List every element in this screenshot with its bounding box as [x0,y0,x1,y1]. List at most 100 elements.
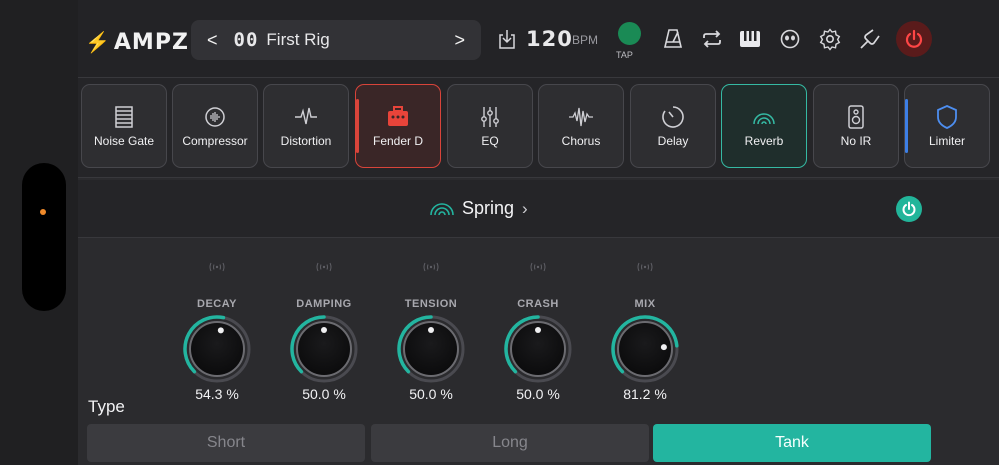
chorus-icon [569,107,593,127]
bolt-icon: ⚡ [85,31,110,54]
type-option-short[interactable]: Short [87,424,365,462]
module-chorus[interactable]: Chorus [538,84,624,168]
midi-learn-icon[interactable] [315,262,333,272]
knob-label: MIX [634,298,656,310]
effect-power-toggle[interactable] [896,196,922,222]
knob-pointer [428,327,434,333]
knob-label: CRASH [517,298,559,310]
tuning-fork-icon[interactable] [858,27,882,51]
next-rig-button[interactable]: > [454,30,465,51]
chevron-right-icon: › [522,198,528,218]
knob-value: 54.3 % [195,386,239,402]
app-brand: AMPZ [113,29,189,55]
knob-dial[interactable] [182,314,252,384]
module-label: Compressor [182,134,248,148]
module-accent-bar [356,99,359,153]
knob-damping[interactable]: DAMPING 50.0 % [284,258,364,408]
tuner-face-icon[interactable] [778,27,802,51]
side-drawer-handle[interactable] [22,163,66,311]
power-icon [902,201,916,217]
settings-icon[interactable] [818,27,842,51]
compressor-icon [205,107,225,127]
knob-pointer [660,344,667,351]
type-option-tank[interactable]: Tank [653,424,931,462]
knob-value: 50.0 % [409,386,453,402]
module-label: Chorus [561,134,601,148]
midi-learn-icon[interactable] [529,262,547,272]
side-rail [0,0,78,465]
previous-rig-button[interactable]: < [207,30,218,51]
module-distortion[interactable]: Distortion [263,84,349,168]
shield-icon [937,105,957,129]
module-label: EQ [481,134,499,148]
knob-pointer [321,327,327,333]
module-label: No IR [840,134,872,148]
module-reverb[interactable]: Reverb [721,84,807,168]
effect-header: Spring › [78,180,999,238]
effect-name: Spring [462,198,515,218]
reverb-wave-icon [430,202,454,215]
midi-learn-icon[interactable] [208,262,226,272]
midi-learn-icon[interactable] [636,262,654,272]
module-eq[interactable]: EQ [447,84,533,168]
knob-label: DECAY [197,298,237,310]
bpm-unit: BPM [572,33,599,47]
module-label: Reverb [744,134,784,148]
module-label: Noise Gate [93,134,155,148]
distortion-icon [295,107,317,125]
knob-mix[interactable]: MIX 81.2 % [605,258,685,408]
knob-crash[interactable]: CRASH 50.0 % [498,258,578,408]
module-fender-d[interactable]: Fender D [355,84,441,168]
noise-gate-icon [115,106,133,128]
knob-value: 50.0 % [516,386,560,402]
bpm-value[interactable]: 120 [526,27,573,51]
effect-type-selector[interactable]: Spring › [428,198,528,219]
delay-icon [662,106,684,128]
power-icon [905,29,923,48]
tap-tempo-button[interactable] [618,22,641,45]
save-icon[interactable] [498,29,516,49]
knob-label: DAMPING [296,298,352,310]
top-bar: ⚡ AMPZ < 00 First Rig > 120 BPM TAP [78,0,999,78]
tap-label: TAP [616,50,633,60]
type-option-long[interactable]: Long [371,424,649,462]
module-chain: Noise Gate Compressor Distortion Fender D EQ… [78,78,999,178]
module-label: Delay [657,134,689,148]
loop-icon[interactable] [700,27,724,51]
app-logo: ⚡ AMPZ [85,29,189,55]
knob-body [189,321,245,377]
midi-learn-icon[interactable] [422,262,440,272]
module-compressor[interactable]: Compressor [172,84,258,168]
knob-dial[interactable] [289,314,359,384]
module-noise-gate[interactable]: Noise Gate [81,84,167,168]
knob-value: 81.2 % [623,386,667,402]
knob-pointer [217,327,224,334]
rig-name[interactable]: First Rig [266,30,454,50]
knob-pointer [535,327,541,333]
module-delay[interactable]: Delay [630,84,716,168]
power-button[interactable] [896,21,932,57]
amp-icon [388,106,408,126]
knob-tension[interactable]: TENSION 50.0 % [391,258,471,408]
knob-dial[interactable] [610,314,680,384]
module-no-ir[interactable]: No IR [813,84,899,168]
module-accent-bar [905,99,908,153]
rig-selector[interactable]: < 00 First Rig > [191,20,481,60]
knob-dial[interactable] [503,314,573,384]
rig-number: 00 [233,29,259,51]
knob-dial[interactable] [396,314,466,384]
speaker-icon [848,105,864,129]
piano-icon[interactable] [738,27,762,51]
reverb-icon [753,113,775,125]
type-label: Type [88,397,125,416]
eq-icon [481,107,499,127]
knob-value: 50.0 % [302,386,346,402]
module-limiter[interactable]: Limiter [904,84,990,168]
status-indicator-dot [40,209,46,215]
module-label: Limiter [928,134,965,148]
metronome-icon[interactable] [661,27,685,51]
main-panel: ⚡ AMPZ < 00 First Rig > 120 BPM TAP Nois… [78,0,999,465]
module-label: Fender D [372,134,424,148]
knob-decay[interactable]: DECAY 54.3 % [177,258,257,408]
knob-label: TENSION [404,298,458,310]
